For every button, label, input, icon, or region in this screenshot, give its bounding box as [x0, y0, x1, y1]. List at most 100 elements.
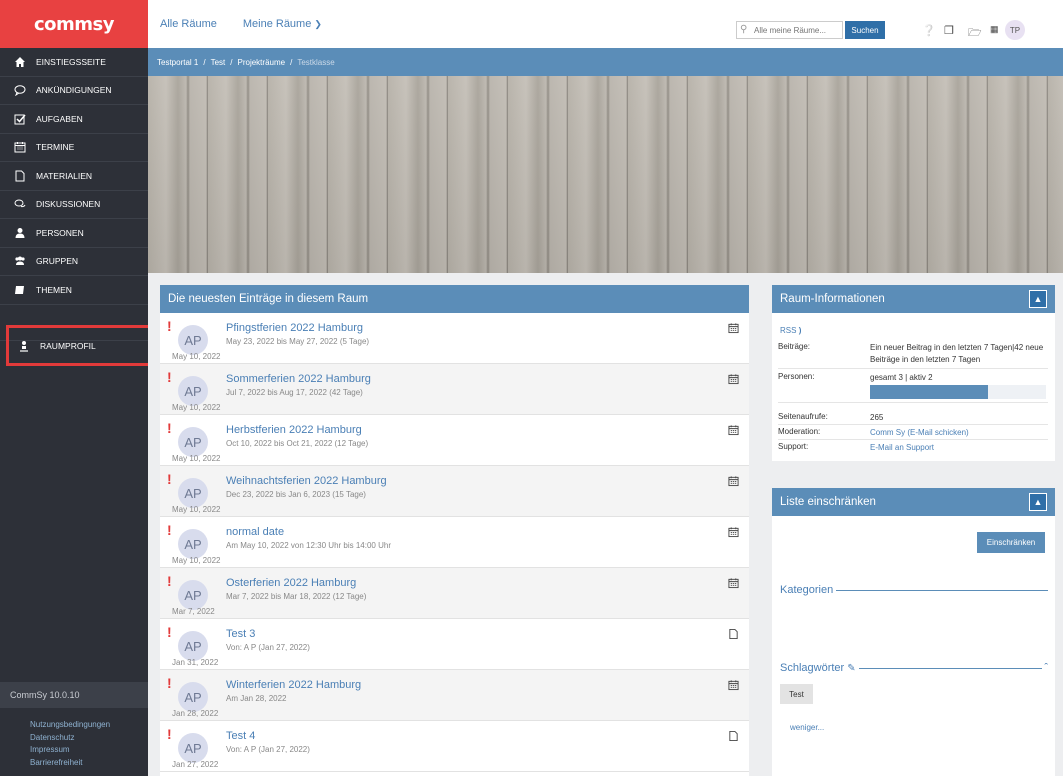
search-button[interactable]: Suchen — [845, 21, 885, 39]
entry-title-link[interactable]: Herbstferien 2022 Hamburg — [226, 424, 362, 436]
categories-heading[interactable]: Kategorien — [780, 584, 1048, 596]
user-avatar[interactable]: TP — [1005, 20, 1025, 40]
collapse-button[interactable]: ▲ — [1029, 290, 1047, 308]
room-info-panel: Raum-Informationen ▲ RSS ) Beiträge: Ein… — [772, 285, 1055, 461]
author-avatar: AP — [178, 682, 208, 712]
entry-meta: May 23, 2022 bis May 27, 2022 (5 Tage) — [226, 337, 370, 346]
sidebar-item-themen[interactable]: Themen — [0, 276, 148, 305]
entry-row[interactable]: ! AP Herbstferien 2022 Hamburg Oct 10, 2022… — [160, 415, 749, 466]
views-label: Seitenaufrufe: — [778, 412, 828, 421]
folder-icon[interactable]: 🗁 — [968, 24, 982, 43]
entry-meta: Mar 7, 2022 bis Mar 18, 2022 (12 Tage) — [226, 592, 367, 601]
entry-row[interactable]: ! AP Winterferien 2022 Hamburg Am Jan 28, 2… — [160, 670, 749, 721]
calendar-icon — [728, 475, 739, 487]
entry-row[interactable]: ! AP normal date Am May 10, 2022 von 12:30 … — [160, 517, 749, 568]
latest-entries-panel: Die neuesten Einträge in diesem Raum ! AP… — [160, 285, 749, 776]
important-marker-icon: ! — [167, 318, 172, 334]
sidebar: commsy Einstiegsseite Ankündigungen Aufg… — [0, 0, 153, 776]
rss-label: RSS — [780, 326, 797, 335]
entry-title-link[interactable]: Test 3 — [226, 628, 255, 640]
sidebar-item-materialien[interactable]: Materialien — [0, 162, 148, 191]
footer-link-terms[interactable]: Nutzungsbedingungen — [30, 719, 110, 732]
book-icon — [13, 284, 27, 296]
important-marker-icon: ! — [167, 726, 172, 742]
entry-title-link[interactable]: Pfingstferien 2022 Hamburg — [226, 322, 363, 334]
tag-chip[interactable]: Test — [780, 684, 813, 704]
important-marker-icon: ! — [167, 522, 172, 538]
sidebar-item-label: Diskussionen — [36, 199, 101, 210]
qr-code-icon[interactable]: ▦ — [990, 24, 999, 35]
entry-meta: Von: A P (Jan 27, 2022) — [226, 643, 310, 652]
checkbox-icon — [13, 113, 27, 125]
footer-link-imprint[interactable]: Impressum — [30, 744, 110, 757]
entry-meta: Oct 10, 2022 bis Oct 21, 2022 (12 Tage) — [226, 439, 369, 448]
tags-heading[interactable]: Schlagwörter ✎ ˆ — [780, 662, 1048, 674]
entry-row[interactable]: ! AP Osterferien 2022 Hamburg Mar 7, 2022 b… — [160, 568, 749, 619]
entry-row[interactable]: ! AP Test 4 Von: A P (Jan 27, 2022) Jan 27, … — [160, 721, 749, 772]
sidebar-item-gruppen[interactable]: Gruppen — [0, 248, 148, 276]
breadcrumb-test[interactable]: Test — [211, 58, 226, 67]
edit-icon[interactable]: ✎ — [847, 663, 855, 674]
entry-row[interactable]: ! AP Sommerferien 2022 Hamburg Jul 7, 2022 … — [160, 364, 749, 415]
sidebar-item-termine[interactable]: Termine — [0, 134, 148, 162]
footer-link-privacy[interactable]: Datenschutz — [30, 732, 110, 745]
moderation-mail-link[interactable]: E-Mail schicken — [910, 428, 966, 437]
entries-list: ! AP Pfingstferien 2022 Hamburg May 23, 202… — [160, 313, 749, 772]
logo-text: commsy — [34, 13, 115, 35]
entry-title-link[interactable]: Weihnachtsferien 2022 Hamburg — [226, 475, 387, 487]
support-link[interactable]: E-Mail an Support — [870, 442, 1048, 454]
search-icon: ⚲ — [740, 24, 748, 35]
copy-icon[interactable]: ❐ — [944, 24, 954, 37]
less-link[interactable]: weniger... — [790, 723, 824, 732]
search-input[interactable] — [736, 21, 843, 39]
sidebar-item-raumprofil[interactable]: Raumprofil — [6, 325, 153, 366]
entry-date: Jan 27, 2022 — [172, 760, 219, 769]
author-avatar: AP — [178, 580, 208, 610]
footer-link-accessibility[interactable]: Barrierefreiheit — [30, 757, 110, 770]
sidebar-item-diskussionen[interactable]: Diskussionen — [0, 191, 148, 219]
author-avatar: AP — [178, 733, 208, 763]
sidebar-item-label: Aufgaben — [36, 113, 83, 124]
entry-title-link[interactable]: normal date — [226, 526, 284, 538]
moderation-name-link[interactable]: Comm Sy — [870, 428, 905, 437]
sidebar-item-einstiegsseite[interactable]: Einstiegsseite — [0, 48, 148, 77]
entry-title-link[interactable]: Sommerferien 2022 Hamburg — [226, 373, 371, 385]
top-bar: Alle Räume Meine Räume ❯ ⚲ Suchen ❔ ❐ 🗁 … — [148, 0, 1063, 48]
sidebar-item-personen[interactable]: Personen — [0, 219, 148, 248]
collapse-button[interactable]: ▲ — [1029, 493, 1047, 511]
tags-label: Schlagwörter — [780, 662, 845, 674]
help-icon[interactable]: ❔ — [922, 24, 936, 37]
categories-label: Kategorien — [780, 584, 834, 596]
rss-link[interactable]: RSS ) — [780, 326, 801, 335]
entry-row[interactable]: ! AP Test 3 Von: A P (Jan 27, 2022) Jan 31, … — [160, 619, 749, 670]
entry-title-link[interactable]: Osterferien 2022 Hamburg — [226, 577, 356, 589]
persons-activity-bar — [870, 385, 1046, 399]
entry-row[interactable]: ! AP Weihnachtsferien 2022 Hamburg Dec 23, … — [160, 466, 749, 517]
sidebar-item-aufgaben[interactable]: Aufgaben — [0, 105, 148, 134]
author-avatar: AP — [178, 529, 208, 559]
views-value: 265 — [870, 413, 884, 422]
breadcrumb-project-rooms[interactable]: Projekträume — [238, 58, 286, 67]
calendar-icon — [728, 322, 739, 334]
entry-title-link[interactable]: Winterferien 2022 Hamburg — [226, 679, 361, 691]
commsy-logo[interactable]: commsy — [0, 0, 148, 48]
breadcrumb-portal[interactable]: Testportal 1 — [157, 58, 198, 67]
entry-date: May 10, 2022 — [172, 403, 221, 412]
persons-value: gesamt 3 | aktiv 2 — [870, 373, 933, 382]
chevron-up-icon[interactable]: ˆ — [1044, 662, 1048, 674]
nav-all-rooms[interactable]: Alle Räume — [160, 18, 217, 30]
important-marker-icon: ! — [167, 573, 172, 589]
info-row-posts: Beiträge: Ein neuer Beitrag in den letzt… — [778, 341, 1048, 369]
sidebar-item-label: Personen — [36, 227, 84, 238]
calendar-icon — [13, 141, 27, 153]
speech-bubble-icon — [13, 84, 27, 97]
restrict-button[interactable]: Einschränken — [977, 532, 1045, 553]
chevron-down-icon: ❯ — [314, 19, 322, 29]
important-marker-icon: ! — [167, 369, 172, 385]
posts-value: Ein neuer Beitrag in den letzten 7 Tagen… — [870, 343, 1044, 364]
nav-my-rooms[interactable]: Meine Räume ❯ — [243, 18, 322, 30]
sidebar-item-ankuendigungen[interactable]: Ankündigungen — [0, 77, 148, 105]
entry-title-link[interactable]: Test 4 — [226, 730, 255, 742]
entry-row[interactable]: ! AP Pfingstferien 2022 Hamburg May 23, 202… — [160, 313, 749, 364]
calendar-icon — [728, 679, 739, 691]
